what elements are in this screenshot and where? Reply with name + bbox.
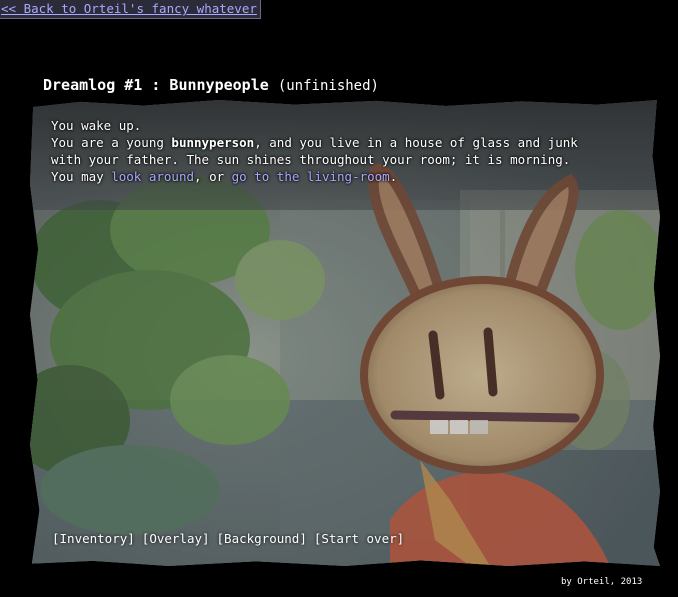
keyword-bunnyperson: bunnyperson [171,135,255,150]
game-page: << Back to Orteil's fancy whatever Dream… [0,0,678,597]
story-text: You wake up. You are a young bunnyperson… [51,117,641,185]
story-line-4-mid: , or [194,169,232,184]
story-line-3: with your father. The sun shines through… [51,152,571,167]
game-menu: [Inventory] [Overlay] [Background] [Start o… [52,531,411,546]
background-button[interactable]: [Background] [217,531,307,546]
story-line: with your father. The sun shines through… [51,151,641,168]
story-line-4-pre: You may [51,169,112,184]
story-line: You wake up. [51,117,641,134]
story-line: You may look around, or go to the living… [51,168,641,185]
story-line-4-post: . [389,169,398,184]
story-line: You are a young bunnyperson, and you liv… [51,134,641,151]
start-over-button[interactable]: [Start over] [314,531,404,546]
credit-text: by Orteil, 2013 [561,577,643,587]
title-status: (unfinished) [277,78,379,94]
page-title: Dreamlog #1 : Bunnypeople (unfinished) [43,76,379,94]
overlay-button[interactable]: [Overlay] [142,531,210,546]
back-link[interactable]: << Back to Orteil's fancy whatever [0,0,261,19]
story-line-2-post: , and you live in a house of glass and j… [254,135,578,150]
inventory-button[interactable]: [Inventory] [52,531,135,546]
title-text: Dreamlog #1 : Bunnypeople [43,76,269,94]
go-to-living-room-link[interactable]: go to the living-room [232,169,390,184]
story-line-2-pre: You are a young [51,135,172,150]
look-around-link[interactable]: look around [111,169,194,184]
story-line-1: You wake up. [51,118,142,133]
